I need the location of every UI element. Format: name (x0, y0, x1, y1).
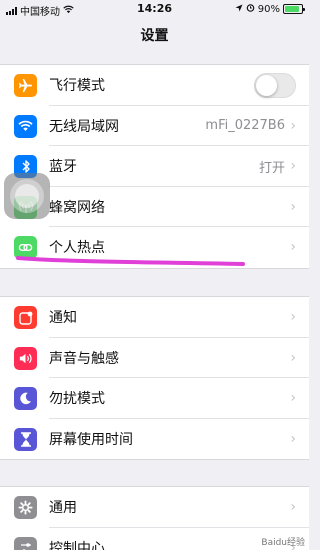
settings-row-screen-time[interactable]: 屏幕使用时间 › (0, 419, 309, 460)
chevron-right-icon: › (290, 158, 296, 175)
settings-row-label: 无线局域网 (49, 118, 119, 135)
chevron-right-icon: › (290, 198, 296, 215)
settings-row-wifi[interactable]: 无线局域网 mFi_0227B6 › (0, 106, 309, 146)
settings-row-label: 蓝牙 (49, 159, 77, 176)
chevron-right-icon: › (290, 239, 296, 256)
assistive-touch-button[interactable] (4, 173, 50, 219)
chevron-right-icon: › (290, 309, 296, 326)
chevron-right-icon: › (290, 430, 296, 447)
bluetooth-status-value: 打开 (258, 160, 285, 176)
hotspot-icon (14, 236, 37, 259)
moon-icon (14, 387, 37, 410)
battery-percent: 90% (257, 3, 280, 15)
settings-row-label: 声音与触感 (49, 350, 119, 367)
settings-row-label: 飞行模式 (49, 78, 105, 95)
settings-row-general[interactable]: 通用 › (0, 487, 309, 528)
settings-row-label: 屏幕使用时间 (49, 431, 133, 448)
hourglass-icon (14, 427, 37, 451)
settings-row-label: 个人热点 (49, 240, 105, 257)
sound-icon (14, 346, 37, 370)
settings-row-notifications[interactable]: 通知 › (0, 297, 309, 338)
connectivity-group: 飞行模式 无线局域网 mFi_0227B6 › 蓝牙 打开 › 蜂窝网络 › 个… (0, 64, 309, 269)
page-title: 设置 (140, 28, 169, 44)
watermark-label: Baidu经验 (261, 538, 305, 548)
gear-icon (14, 496, 37, 519)
chevron-right-icon: › (290, 499, 296, 516)
wifi-network-value: mFi_0227B6 (205, 118, 285, 134)
settings-row-label: 勿扰模式 (49, 391, 105, 408)
settings-row-label: 通用 (49, 500, 77, 517)
chevron-right-icon: › (290, 117, 296, 134)
settings-row-airplane-mode: 飞行模式 (0, 65, 309, 106)
settings-row-label: 通知 (49, 310, 77, 327)
battery-icon (283, 4, 305, 14)
watermark: Baidu经验 (261, 535, 305, 548)
settings-row-label: 蜂窝网络 (49, 199, 105, 216)
status-bar: 中国移动 14:26 90% (0, 0, 309, 18)
control-center-icon (14, 536, 37, 550)
wifi-icon (14, 114, 37, 138)
notifications-group: 通知 › 声音与触感 › 勿扰模式 › 屏幕使用时间 › (0, 296, 309, 460)
chevron-right-icon: › (290, 390, 296, 407)
settings-row-do-not-disturb[interactable]: 勿扰模式 › (0, 378, 309, 419)
notification-icon (14, 306, 37, 329)
settings-row-label: 控制中心 (49, 540, 105, 550)
airplane-mode-toggle[interactable] (254, 73, 296, 98)
alarm-icon (246, 3, 255, 15)
airplane-icon (14, 74, 37, 97)
settings-row-personal-hotspot[interactable]: 个人热点 › (0, 227, 309, 268)
settings-row-sounds[interactable]: 声音与触感 › (0, 338, 309, 378)
chevron-right-icon: › (290, 349, 296, 366)
location-icon (235, 4, 243, 15)
